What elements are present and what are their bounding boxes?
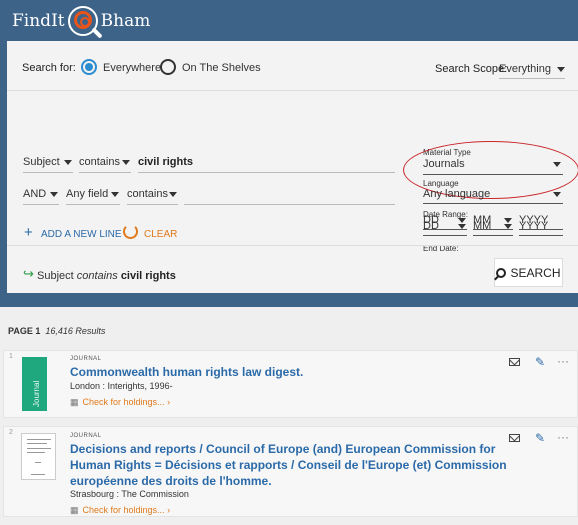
line2-boolean-select[interactable]: AND bbox=[23, 188, 46, 200]
search-icon bbox=[496, 267, 507, 278]
end-month-select[interactable]: MM bbox=[473, 214, 491, 226]
line1-input-underline bbox=[138, 172, 395, 173]
document-thumbnail[interactable] bbox=[21, 433, 56, 480]
search-for-row: Search for: Everywhere On The Shelves Se… bbox=[7, 41, 578, 91]
line1-operator-caret-down-icon[interactable] bbox=[122, 160, 130, 165]
language-select[interactable]: Any language bbox=[423, 188, 490, 200]
line2-field-caret-down-icon[interactable] bbox=[111, 192, 119, 197]
line2-boolean-caret-down-icon[interactable] bbox=[50, 192, 58, 197]
email-icon[interactable] bbox=[509, 434, 520, 442]
more-icon[interactable]: ··· bbox=[557, 431, 569, 443]
end-day-underline bbox=[423, 229, 467, 230]
line1-operator-select[interactable]: contains bbox=[79, 156, 120, 168]
result-item-1[interactable]: 1 Journal JOURNAL Commonwealth human rig… bbox=[3, 350, 578, 418]
thumb-line bbox=[35, 462, 41, 463]
thumb-line bbox=[27, 448, 51, 449]
book-icon: ▦ bbox=[70, 505, 79, 515]
search-scope-label: Search Scope: bbox=[435, 63, 508, 75]
scope-caret-down-icon[interactable] bbox=[557, 67, 565, 72]
start-year-underline bbox=[519, 235, 563, 236]
result-title[interactable]: Commonwealth human rights law digest. bbox=[70, 364, 303, 380]
line2-operator-select[interactable]: contains bbox=[127, 188, 168, 200]
query-summary-bar: ↪ Subject contains civil rights SEARCH bbox=[7, 245, 578, 293]
result-title-line-1[interactable]: Decisions and reports / Council of Europ… bbox=[70, 441, 495, 457]
end-year-underline bbox=[519, 229, 563, 230]
journal-thumbnail[interactable]: Journal bbox=[22, 357, 47, 411]
line2-operator-caret-down-icon[interactable] bbox=[169, 192, 177, 197]
line1-field-underline bbox=[23, 172, 73, 173]
query-builder: Subject contains civil rights AND Any fi… bbox=[7, 92, 578, 253]
line1-field-caret-down-icon[interactable] bbox=[64, 160, 72, 165]
search-button[interactable]: SEARCH bbox=[494, 258, 563, 287]
result-number: 2 bbox=[9, 429, 13, 436]
search-for-label: Search for: bbox=[22, 62, 76, 74]
line1-query-input[interactable]: civil rights bbox=[138, 156, 193, 168]
result-title-line-2[interactable]: Human Rights = Décisions et rapports / C… bbox=[70, 457, 507, 473]
thumb-line bbox=[31, 474, 45, 475]
end-day-caret-down-icon[interactable] bbox=[458, 218, 466, 223]
logo-text-right: Bham bbox=[100, 11, 151, 31]
language-label: Language bbox=[423, 179, 459, 188]
line2-field-select[interactable]: Any field bbox=[66, 188, 108, 200]
line2-query-input[interactable] bbox=[184, 204, 395, 205]
results-count: 16,416 Results bbox=[45, 326, 106, 336]
email-icon[interactable] bbox=[509, 358, 520, 366]
language-underline bbox=[423, 203, 563, 204]
page-label: PAGE 1 bbox=[8, 326, 41, 336]
thumb-line bbox=[27, 439, 51, 440]
scope-underline bbox=[499, 78, 565, 79]
more-icon[interactable]: ··· bbox=[557, 355, 569, 367]
start-day-underline bbox=[423, 235, 467, 236]
pin-icon[interactable]: ✎ bbox=[535, 432, 545, 444]
top-bar: FindIt Bham bbox=[0, 0, 578, 40]
radio-everywhere[interactable] bbox=[81, 59, 97, 75]
end-month-underline bbox=[473, 229, 513, 230]
thumb-line bbox=[27, 452, 45, 453]
result-type: JOURNAL bbox=[70, 433, 102, 439]
search-scope-select[interactable]: Everything bbox=[499, 63, 551, 75]
result-publisher: Strasbourg : The Commission bbox=[70, 489, 189, 499]
search-button-label: SEARCH bbox=[510, 265, 561, 280]
refresh-icon[interactable] bbox=[123, 224, 138, 239]
end-month-caret-down-icon[interactable] bbox=[504, 218, 512, 223]
add-line-button[interactable]: ADD A NEW LINE bbox=[41, 229, 122, 240]
arrow-right-icon: ↪ bbox=[23, 266, 34, 281]
plus-icon[interactable]: + bbox=[24, 225, 33, 240]
line1-field-select[interactable]: Subject bbox=[23, 156, 60, 168]
magnifier-logo-icon bbox=[67, 6, 103, 39]
result-type: JOURNAL bbox=[70, 356, 102, 362]
line2-operator-underline bbox=[127, 204, 178, 205]
language-caret-down-icon[interactable] bbox=[553, 192, 561, 197]
radio-everywhere-label[interactable]: Everywhere bbox=[103, 62, 161, 74]
results-page-info: PAGE 1 16,416 Results bbox=[8, 326, 105, 336]
result-item-2[interactable]: 2 JOURNAL Decisions and reports / Counci… bbox=[3, 426, 578, 517]
result-title-line-3[interactable]: européenne des droits de l'homme. bbox=[70, 473, 272, 489]
line1-operator-underline bbox=[79, 172, 131, 173]
result-publisher: London : Interights, 1996- bbox=[70, 381, 173, 391]
book-icon: ▦ bbox=[70, 397, 79, 407]
line2-field-underline bbox=[66, 204, 120, 205]
end-day-select-visible[interactable]: DD bbox=[423, 214, 439, 226]
query-summary: Subject contains civil rights bbox=[37, 270, 176, 282]
check-holdings-link[interactable]: ▦ Check for holdings... › bbox=[70, 505, 170, 516]
line2-boolean-underline bbox=[23, 204, 59, 205]
thumbnail-label: Journal bbox=[32, 380, 41, 407]
radio-on-the-shelves-label[interactable]: On The Shelves bbox=[182, 62, 261, 74]
start-month-underline bbox=[473, 235, 513, 236]
thumb-line bbox=[27, 443, 47, 444]
result-number: 1 bbox=[9, 353, 13, 360]
radio-on-the-shelves[interactable] bbox=[160, 59, 176, 75]
logo-text-left: FindIt bbox=[12, 11, 65, 31]
clear-button[interactable]: CLEAR bbox=[144, 229, 177, 240]
check-holdings-link[interactable]: ▦ Check for holdings... › bbox=[70, 397, 170, 408]
pin-icon[interactable]: ✎ bbox=[535, 356, 545, 368]
end-year-input[interactable]: YYYY bbox=[519, 214, 548, 226]
findit-logo[interactable]: FindIt Bham bbox=[12, 6, 151, 39]
